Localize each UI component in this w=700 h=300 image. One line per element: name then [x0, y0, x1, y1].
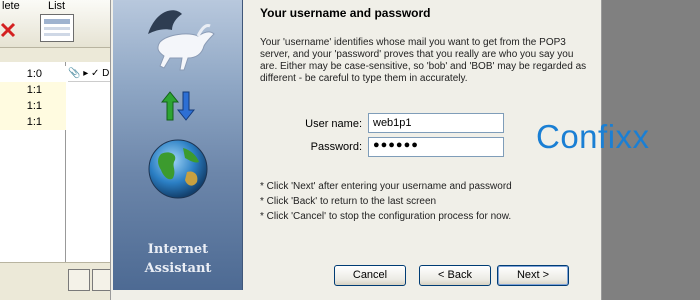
username-field[interactable] [368, 113, 504, 133]
side-title-line1: Internet [147, 242, 209, 257]
globe-icon [148, 139, 208, 199]
delete-label[interactable]: lete [2, 0, 20, 12]
wizard-side-panel: Internet Assistant [113, 0, 243, 290]
list-item[interactable]: 1:1 [0, 82, 66, 98]
list-item[interactable]: 1:1 [0, 114, 66, 130]
next-button[interactable]: Next > [497, 265, 569, 286]
toolbar: lete List [0, 0, 112, 48]
cancel-button[interactable]: Cancel [334, 265, 406, 286]
list-view-icon[interactable] [40, 14, 74, 42]
message-list[interactable]: 1:0 1:1 1:1 1:1 [0, 62, 66, 262]
background-mail-app: lete List 1:0 1:1 1:1 1:1 📎 ▸ ✓ D [0, 0, 112, 300]
list-item[interactable]: 1:1 [0, 98, 66, 114]
pegasus-icon [148, 10, 215, 71]
password-label: Password: [310, 141, 362, 153]
back-button[interactable]: < Back [419, 265, 491, 286]
bottom-toolbar [0, 262, 112, 300]
notes-icon[interactable] [68, 269, 90, 291]
hint-text: * Click 'Back' to return to the last scr… [260, 196, 437, 207]
preview-pane[interactable]: 📎 ▸ ✓ D [66, 62, 112, 262]
hint-text: * Click 'Cancel' to stop the configurati… [260, 211, 512, 222]
internet-assistant-wizard: Internet Assistant Your username and pas… [110, 0, 602, 300]
page-title: Your username and password [260, 6, 431, 20]
confixx-logo: Confixx [536, 118, 650, 155]
list-item[interactable]: 1:0 [0, 66, 66, 82]
folder-icon[interactable] [92, 269, 112, 291]
column-header[interactable]: 📎 ▸ ✓ D [68, 66, 112, 82]
list-label[interactable]: List [48, 0, 65, 12]
transfer-arrows-icon [161, 91, 195, 121]
hint-text: * Click 'Next' after entering your usern… [260, 181, 512, 192]
side-panel-title: Internet Assistant [113, 240, 243, 278]
delete-icon[interactable] [0, 20, 16, 38]
side-title-line2: Assistant [144, 261, 212, 276]
page-description: Your 'username' identifies whose mail yo… [260, 37, 587, 84]
username-label: User name: [305, 118, 362, 130]
password-field[interactable]: ●●●●●● [368, 137, 504, 157]
